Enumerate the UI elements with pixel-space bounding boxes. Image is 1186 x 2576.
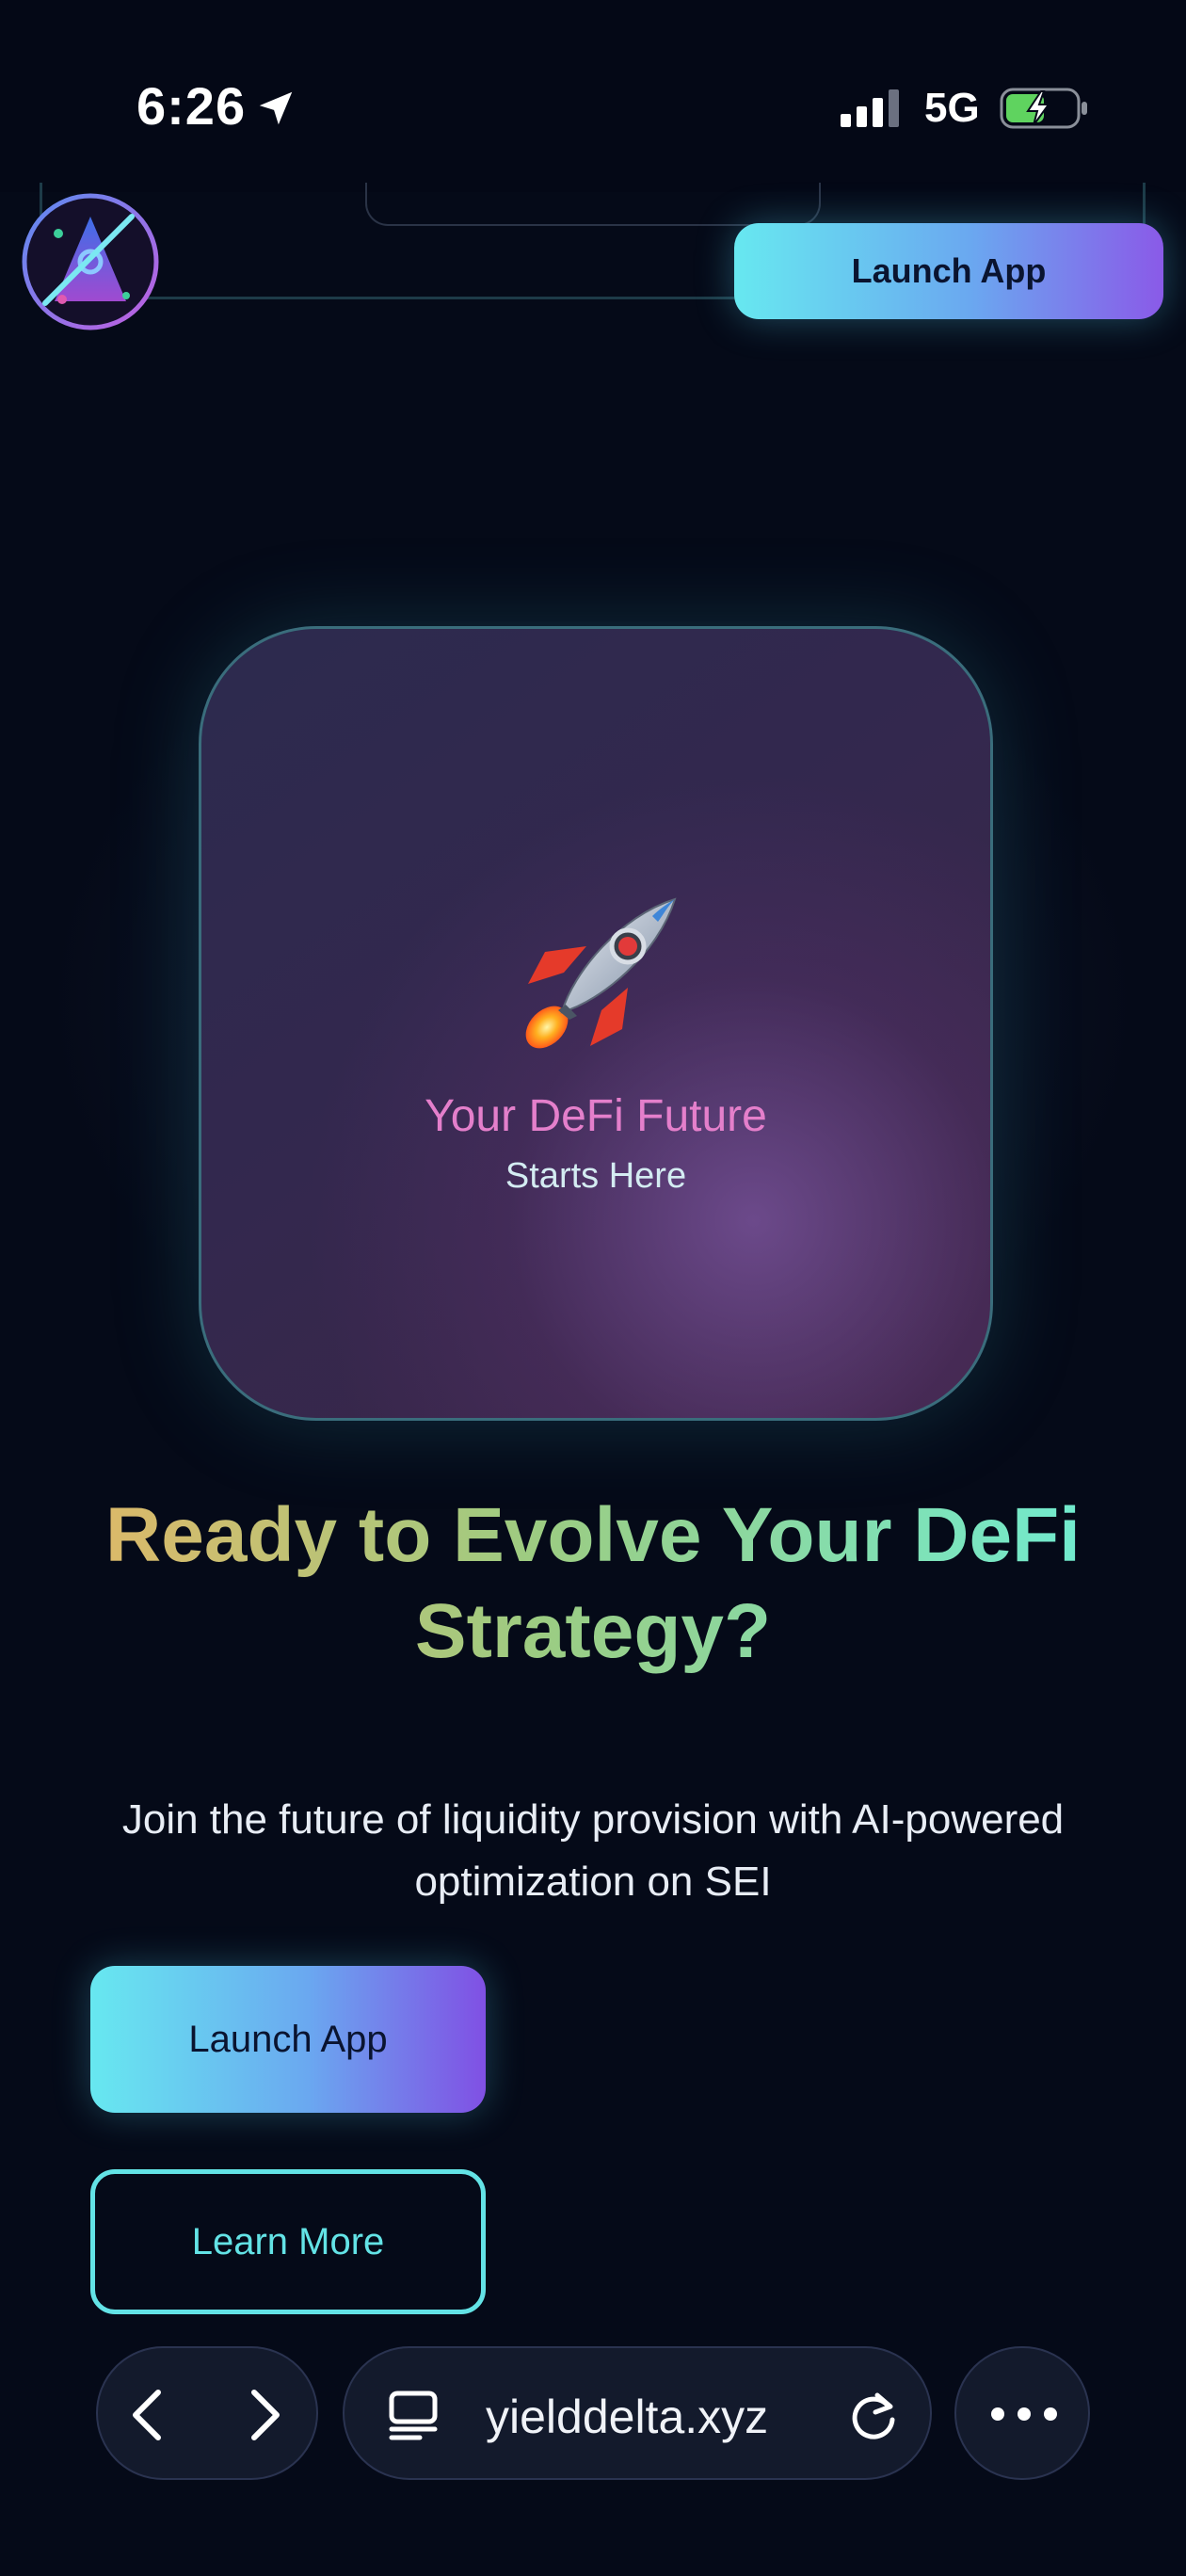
forward-icon — [251, 2390, 280, 2440]
address-bar[interactable]: yielddelta.xyz — [343, 2346, 932, 2480]
signal-icon — [841, 89, 899, 127]
page-headline: Ready to Evolve Your DeFi Strategy? — [56, 1488, 1130, 1680]
reload-icon[interactable] — [843, 2386, 904, 2446]
battery-charging-icon — [1000, 88, 1087, 129]
network-type: 5G — [924, 85, 980, 131]
rocket-icon — [525, 897, 677, 1049]
tab-icon[interactable] — [386, 2388, 441, 2442]
page-description: Join the future of liquidity provision w… — [121, 1796, 1065, 1905]
location-arrow-icon — [259, 91, 293, 125]
launch-app-button[interactable]: Launch App — [90, 1966, 486, 2113]
browser-toolbar: yielddelta.xyz — [0, 2326, 1186, 2576]
learn-more-button[interactable]: Learn More — [90, 2169, 486, 2314]
header-launch-app-button[interactable]: Launch App — [734, 223, 1163, 319]
forward-button[interactable] — [228, 2381, 296, 2449]
logo-icon[interactable] — [21, 192, 160, 331]
hero-subtitle: Starts Here — [505, 1156, 687, 1196]
more-icon — [991, 2407, 1057, 2421]
hero-card: Your DeFi Future Starts Here — [199, 626, 993, 1421]
header-notch — [365, 183, 821, 226]
back-icon — [133, 2390, 161, 2440]
more-button[interactable] — [954, 2346, 1090, 2480]
url-text[interactable]: yielddelta.xyz — [486, 2390, 768, 2444]
status-bar: 6:26 5G — [0, 0, 1186, 192]
hero-title: Your DeFi Future — [425, 1091, 767, 1141]
status-time: 6:26 — [136, 76, 247, 136]
back-button[interactable] — [117, 2381, 184, 2449]
browser-nav-group — [96, 2346, 318, 2480]
